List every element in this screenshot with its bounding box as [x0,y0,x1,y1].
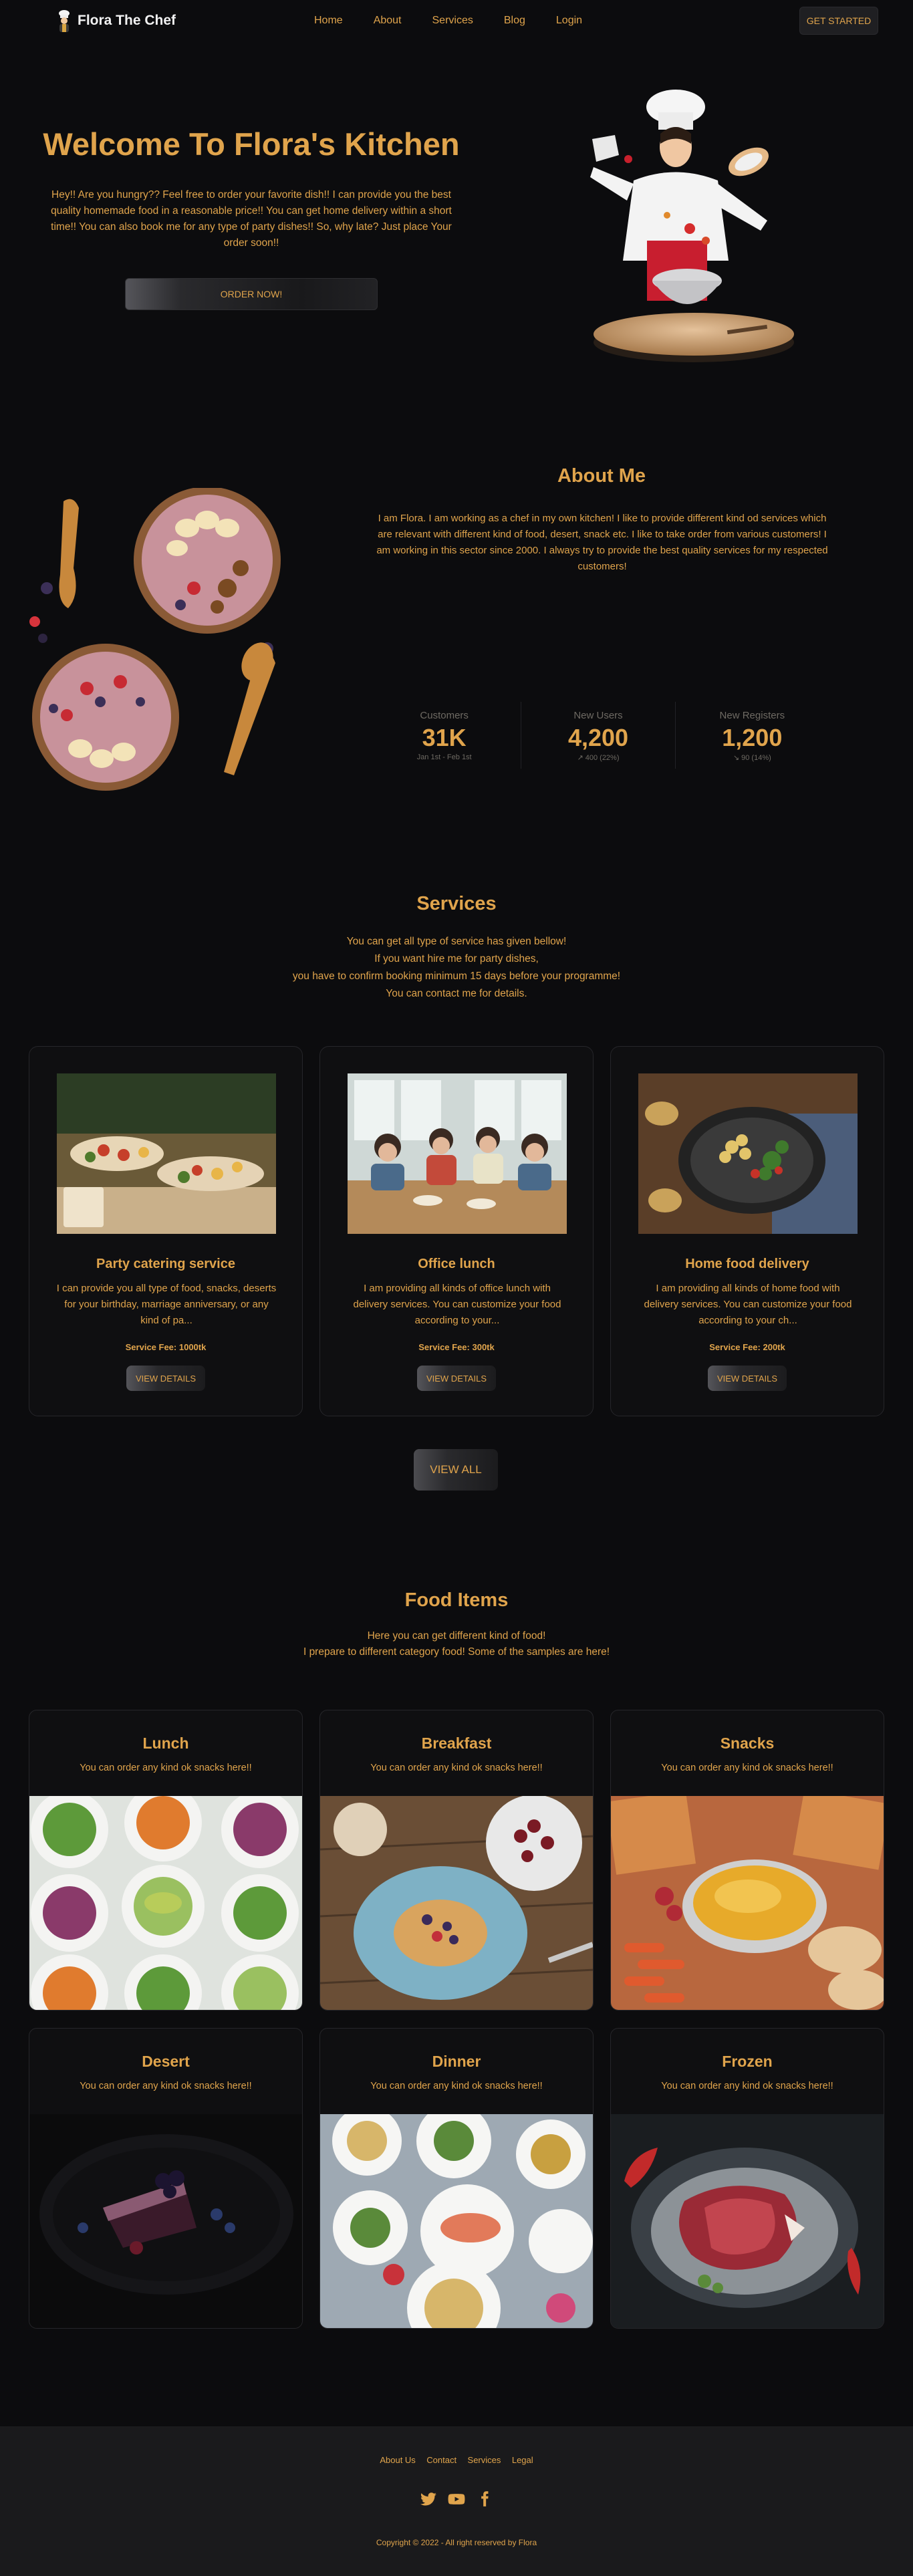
services-subtitle-line: you have to confirm booking minimum 15 d… [292,971,621,982]
food-card-lunch[interactable]: Lunch You can order any kind ok snacks h… [29,1710,303,2011]
stat-value: 1,200 [722,724,783,751]
food-title-text: Lunch [142,1734,189,1752]
about-title: About Me [557,465,646,487]
food-subtitle-line: I prepare to different category food! So… [303,1646,610,1658]
nav-blog[interactable]: Blog [504,15,525,27]
food-subtitle: Here you can get different kind of food!… [0,1628,913,1660]
brand[interactable]: Flora The Chef [55,9,176,32]
food-sub-text: You can order any kind ok snacks here!! [661,1763,833,1773]
page: Flora The Chef Home About Services Blog … [0,0,913,2576]
services-subtitle-line: You can get all type of service has give… [346,936,567,947]
stat-new-users: New Users 4,200 ↗︎ 400 (22%) [521,702,676,769]
nav-services[interactable]: Services [432,15,473,27]
chef-illustration [590,90,794,362]
service-desc: I am providing all kinds of home food wi… [644,1283,852,1326]
order-now-button[interactable]: ORDER NOW! [125,278,378,310]
service-title: Party catering service [96,1257,235,1271]
footer-links: About Us Contact Services Legal [0,2454,913,2466]
view-details-button[interactable]: VIEW DETAILS [708,1366,787,1391]
footer-link-about[interactable]: About Us [380,2455,415,2465]
view-details-button[interactable]: VIEW DETAILS [417,1366,496,1391]
hero-title: Welcome To Flora's Kitchen [43,126,460,162]
stat-customers: Customers 31K Jan 1st - Feb 1st [368,702,522,769]
navbar: Flora The Chef Home About Services Blog … [0,0,913,41]
service-card-party: Party catering service I can provide you… [29,1046,303,1416]
chef-logo-icon [59,10,70,32]
food-subtitle-line: Here you can get different kind of food! [367,1630,546,1642]
view-all-button[interactable]: VIEW ALL [414,1449,498,1491]
services-title: Services [416,893,497,914]
stat-label: Customers [420,710,469,721]
breakfast-image [320,1796,593,2010]
stats-panel: Customers 31K Jan 1st - Feb 1st New User… [368,702,829,769]
stat-label: New Users [573,710,623,721]
office-lunch-image [348,1073,567,1234]
food-sub-text: You can order any kind ok snacks here!! [370,2081,543,2091]
service-desc: I am providing all kinds of office lunch… [353,1283,561,1326]
lunch-image [29,1796,302,2010]
facebook-icon[interactable] [476,2490,493,2508]
stat-desc: ↘︎ 90 (14%) [733,754,771,762]
food-card-frozen[interactable]: Frozen You can order any kind ok snacks … [610,2028,884,2329]
service-card-office-lunch: Office lunch I am providing all kinds of… [319,1046,594,1416]
food-title-text: Breakfast [421,1734,492,1752]
food-title: Food Items [404,1589,509,1611]
snacks-image [611,1796,884,2010]
service-desc: I can provide you all type of food, snac… [56,1283,277,1326]
main-menu: Home About Services Blog Login [314,15,613,27]
stat-desc: Jan 1st - Feb 1st [416,753,472,761]
food-sub-text: You can order any kind ok snacks here!! [661,2081,833,2091]
food-title-text: Desert [142,2053,190,2070]
service-title: Office lunch [418,1257,495,1271]
party-catering-image [57,1073,276,1234]
food-title-text: Dinner [432,2053,481,2070]
view-details-button[interactable]: VIEW DETAILS [126,1366,205,1391]
services-subtitle-line: If you want hire me for party dishes, [374,953,539,964]
food-card-breakfast[interactable]: Breakfast You can order any kind ok snac… [319,1710,594,2011]
service-fee: Service Fee: 200tk [709,1342,785,1352]
nav-home[interactable]: Home [314,15,343,27]
food-card-desert[interactable]: Desert You can order any kind ok snacks … [29,2028,303,2329]
food-title-text: Snacks [720,1734,775,1752]
stat-value: 31K [422,724,467,751]
footer-link-legal[interactable]: Legal [512,2455,533,2465]
services-subtitle: You can get all type of service has give… [0,933,913,1003]
food-sub-text: You can order any kind ok snacks here!! [80,1763,252,1773]
food-title-text: Frozen [722,2053,773,2070]
twitter-icon[interactable] [420,2490,437,2508]
about-text: I am Flora. I am working as a chef in my… [376,513,828,572]
service-card-home-delivery: Home food delivery I am providing all ki… [610,1046,884,1416]
nav-about[interactable]: About [374,15,402,27]
stat-value: 4,200 [567,724,629,751]
social-links [420,2490,493,2508]
frozen-image [611,2114,884,2328]
home-food-image [638,1073,858,1234]
nav-login[interactable]: Login [556,15,582,27]
services-subtitle-line: You can contact me for details. [386,988,527,999]
food-card-snacks[interactable]: Snacks You can order any kind ok snacks … [610,1710,884,2011]
copyright-text: Copyright © 2022 - All right reserved by… [376,2538,537,2547]
food-sub-text: You can order any kind ok snacks here!! [80,2081,252,2091]
smoothie-bowls-image [29,488,281,791]
brand-name: Flora The Chef [78,13,176,28]
footer-link-services[interactable]: Services [468,2455,501,2465]
stat-label: New Registers [719,710,785,721]
service-title: Home food delivery [685,1257,809,1271]
service-fee: Service Fee: 1000tk [125,1342,207,1352]
get-started-button[interactable]: GET STARTED [799,7,878,35]
dinner-image [320,2114,593,2328]
hero-text: Hey!! Are you hungry?? Feel free to orde… [51,189,452,249]
food-sub-text: You can order any kind ok snacks here!! [370,1763,543,1773]
stat-desc: ↗︎ 400 (22%) [577,754,620,762]
desert-image [29,2114,302,2328]
youtube-icon[interactable] [448,2490,465,2508]
food-card-dinner[interactable]: Dinner You can order any kind ok snacks … [319,2028,594,2329]
footer-link-contact[interactable]: Contact [426,2455,456,2465]
service-fee: Service Fee: 300tk [418,1342,495,1352]
stat-new-registers: New Registers 1,200 ↘︎ 90 (14%) [676,702,829,769]
